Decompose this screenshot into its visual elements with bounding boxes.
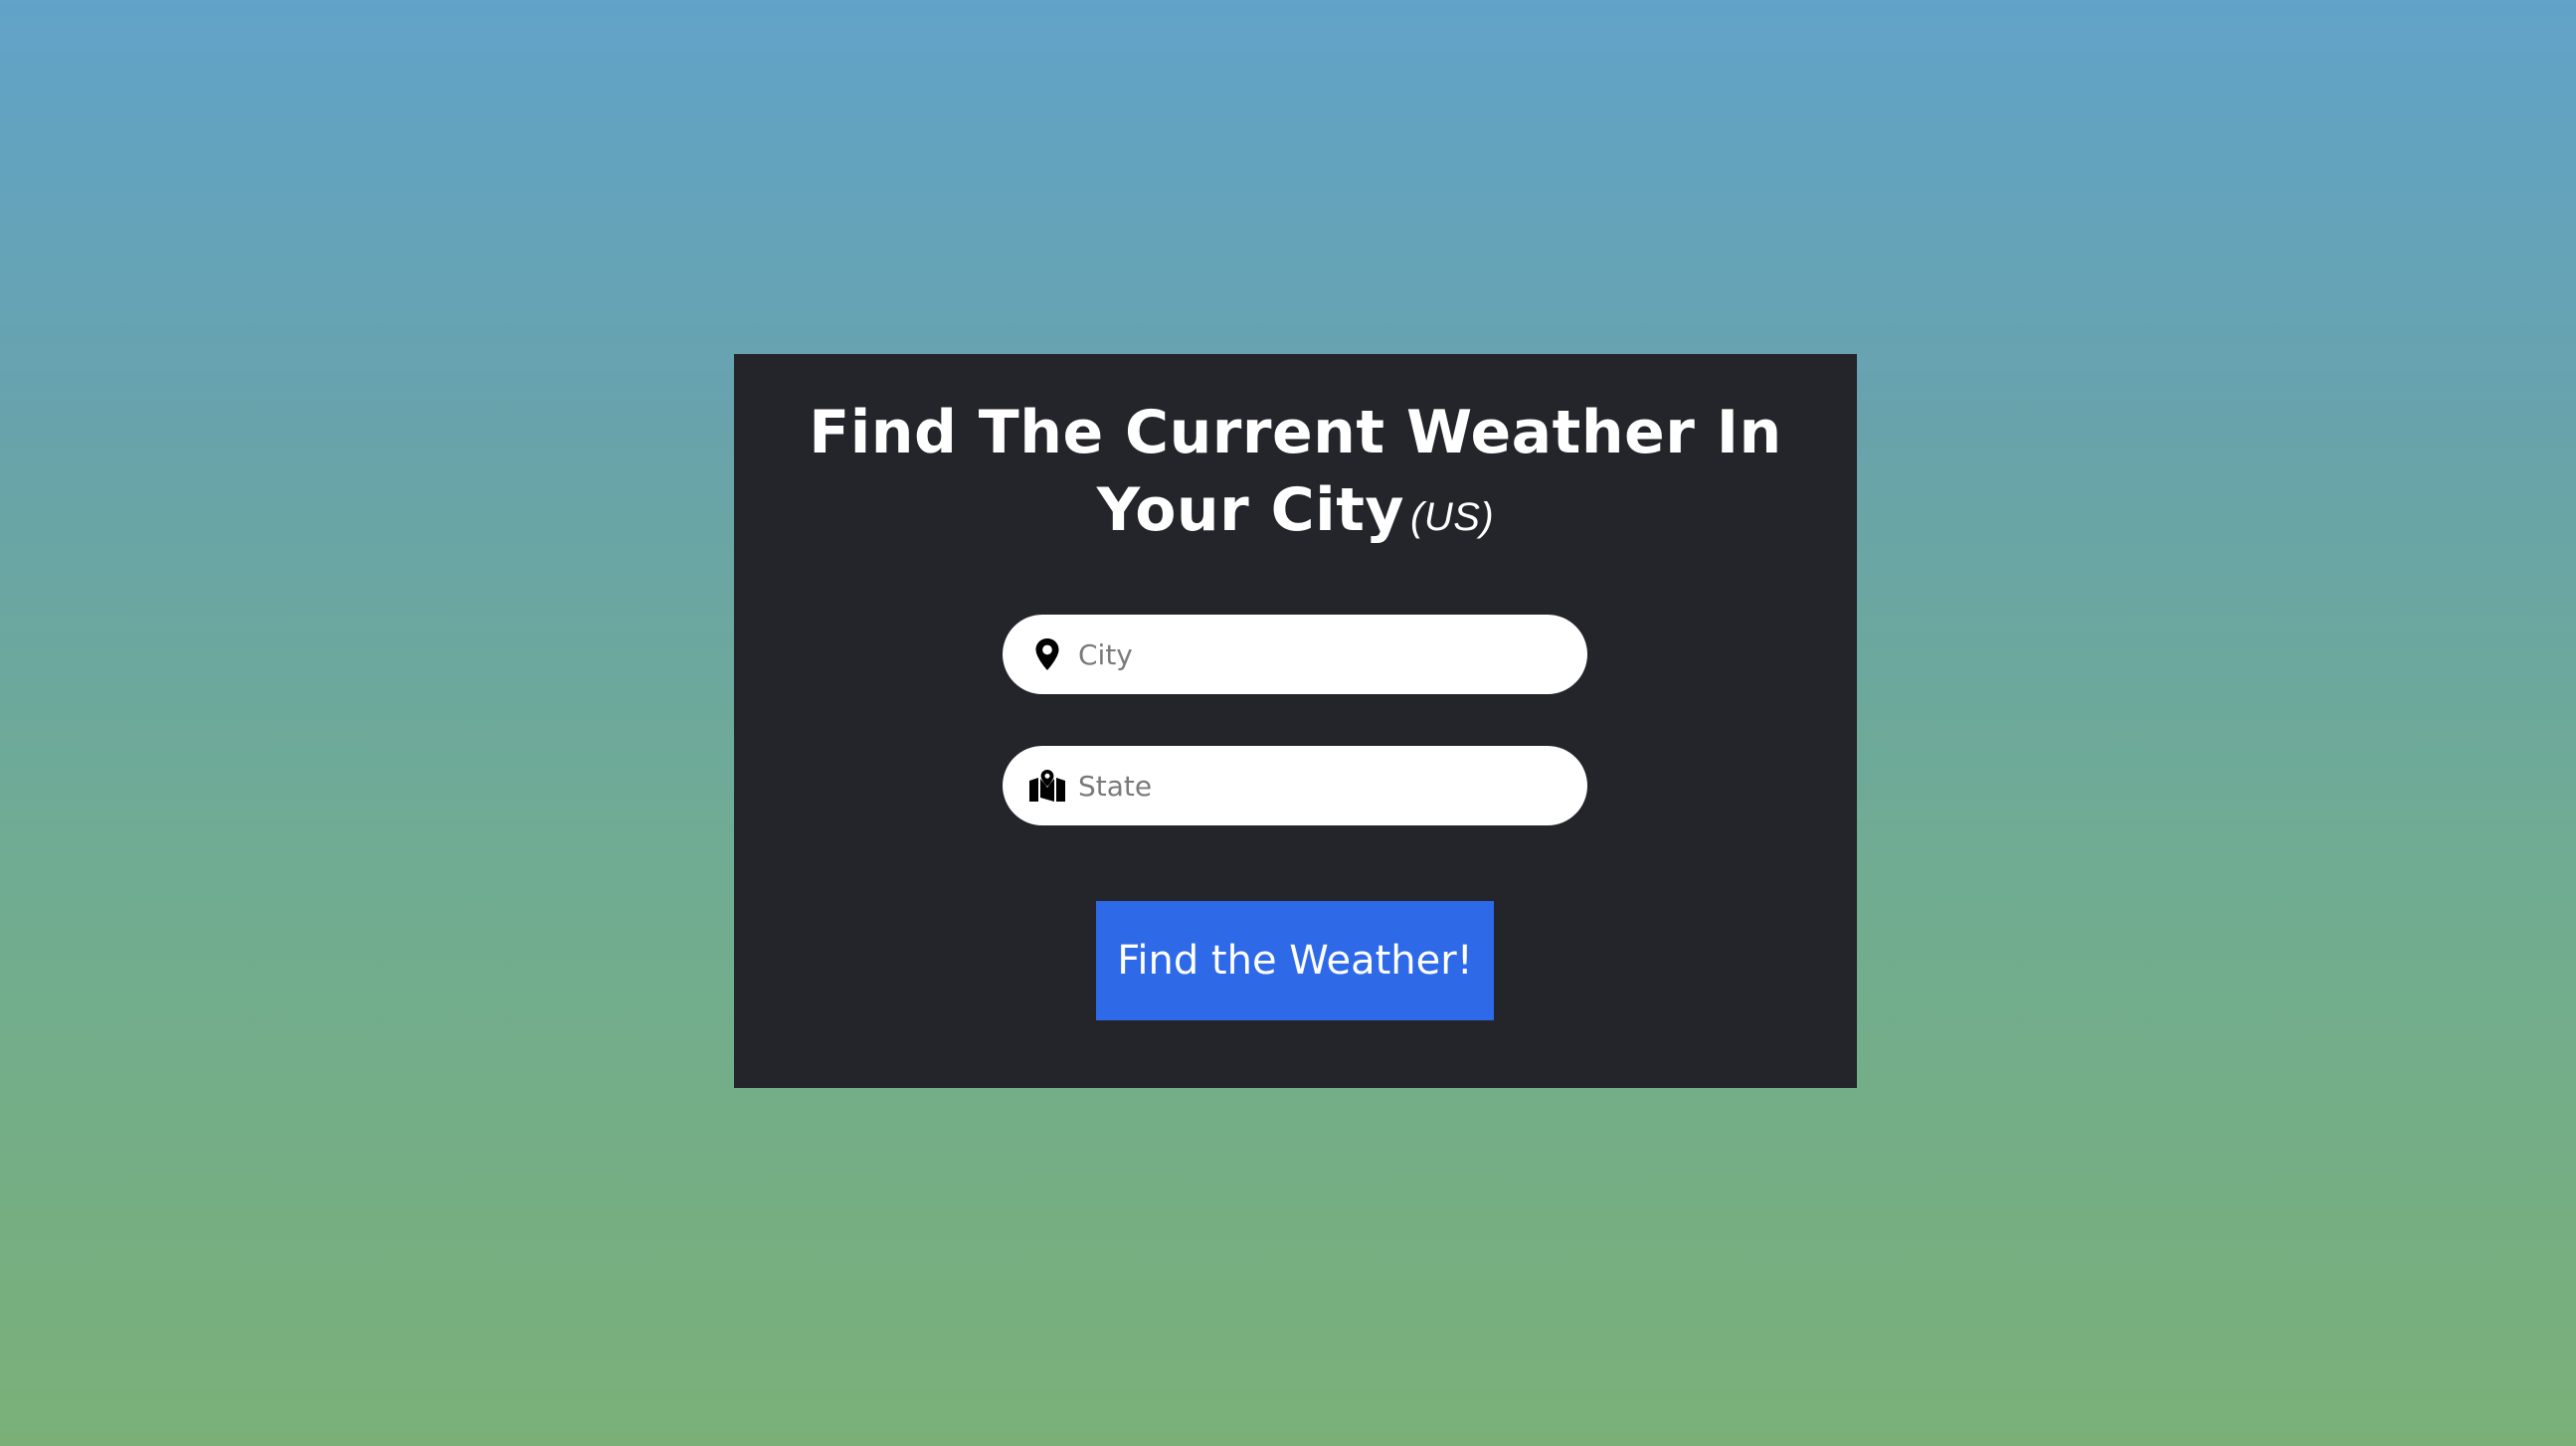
page-title: Find The Current Weather In Your City (US) bbox=[734, 394, 1857, 556]
title-line-1: Find The Current Weather In bbox=[809, 398, 1782, 467]
state-field[interactable] bbox=[1003, 746, 1587, 825]
title-line-2: Your City bbox=[1096, 475, 1405, 545]
find-weather-button[interactable]: Find the Weather! bbox=[1096, 901, 1494, 1020]
state-input[interactable] bbox=[1078, 756, 1556, 815]
map-icon bbox=[1028, 767, 1066, 805]
title-country-suffix: (US) bbox=[1410, 495, 1495, 539]
map-pin-icon bbox=[1028, 635, 1066, 673]
city-input[interactable] bbox=[1078, 625, 1556, 684]
weather-search-card: Find The Current Weather In Your City (US)… bbox=[734, 354, 1857, 1088]
city-field[interactable] bbox=[1003, 615, 1587, 694]
